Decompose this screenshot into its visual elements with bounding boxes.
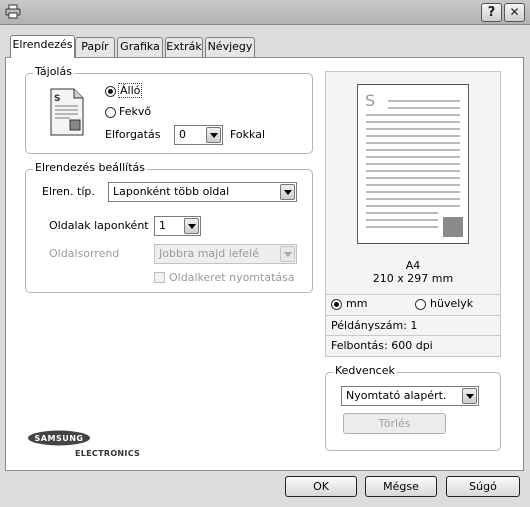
layout-legend: Elrendezés beállítás [33, 161, 147, 174]
chevron-down-icon[interactable] [280, 184, 295, 200]
favorites-group [325, 372, 501, 451]
landscape-label[interactable]: Fekvő [119, 105, 151, 118]
electronics-label: ELECTRONICS [75, 449, 141, 458]
help-button[interactable]: Súgó [446, 476, 520, 497]
tab-graphics[interactable]: Grafika [117, 37, 163, 57]
page-border-label: Oldalkeret nyomtatása [169, 271, 295, 284]
landscape-radio[interactable] [105, 107, 116, 118]
layout-type-label: Elren. típ. [42, 185, 95, 198]
tab-paper[interactable]: Papír [75, 37, 115, 57]
svg-text:S: S [54, 94, 60, 104]
favorites-value: Nyomtató alapért. [346, 389, 447, 402]
title-bar: ? ✕ [0, 0, 530, 25]
page-order-select[interactable]: Jobbra majd lefelé [154, 244, 297, 264]
tab-about[interactable]: Névjegy [205, 37, 255, 57]
page-preview: S [357, 84, 469, 244]
unit-inch-radio[interactable] [415, 299, 426, 310]
printer-icon [5, 4, 21, 19]
tab-about-label: Névjegy [207, 40, 253, 53]
chevron-down-icon[interactable] [184, 218, 199, 234]
unit-mm-label[interactable]: mm [346, 297, 367, 310]
close-button[interactable]: ✕ [504, 3, 525, 22]
tab-layout-label: Elrendezés [12, 38, 73, 51]
rotation-label: Elforgatás [105, 128, 161, 141]
resolution-info: Felbontás: 600 dpi [331, 339, 433, 352]
tab-paper-label: Papír [81, 40, 109, 53]
layout-type-select[interactable]: Laponként több oldal [108, 182, 297, 202]
tab-extras[interactable]: Extrák [165, 37, 203, 57]
tab-graphics-label: Grafika [120, 40, 160, 53]
tab-extras-label: Extrák [166, 40, 202, 53]
page-border-checkbox[interactable] [154, 272, 165, 283]
portrait-radio[interactable] [105, 86, 116, 97]
copies-info: Példányszám: 1 [331, 319, 418, 332]
orientation-legend: Tájolás [33, 65, 74, 78]
paper-size: 210 x 297 mm [372, 272, 454, 285]
favorites-select[interactable]: Nyomtató alapért. [341, 386, 479, 406]
paper-name: A4 [405, 259, 421, 272]
portrait-label[interactable]: Álló [117, 83, 143, 98]
layout-type-value: Laponként több oldal [113, 185, 230, 198]
preview-text-lines [366, 100, 463, 237]
ok-button[interactable]: OK [285, 476, 357, 497]
pages-per-sheet-value: 1 [159, 219, 166, 232]
unit-mm-radio[interactable] [331, 299, 342, 310]
rotation-value: 0 [179, 128, 186, 141]
help-title-button[interactable]: ? [481, 3, 502, 22]
copies-separator [325, 315, 501, 316]
favorites-legend: Kedvencek [333, 364, 397, 377]
rotation-unit: Fokkal [230, 128, 266, 141]
delete-favorite-button[interactable]: Törlés [343, 413, 446, 434]
page-order-label: Oldalsorrend [49, 247, 120, 260]
unit-separator [325, 294, 501, 295]
chevron-down-icon[interactable] [462, 388, 477, 404]
chevron-down-icon[interactable] [206, 127, 221, 143]
unit-inch-label[interactable]: hüvelyk [430, 297, 473, 310]
portrait-page-icon: S [50, 88, 84, 136]
samsung-logo: SAMSUNG [27, 430, 91, 446]
page-order-value: Jobbra majd lefelé [159, 247, 259, 260]
pages-per-sheet-label: Oldalak laponként [49, 219, 149, 232]
chevron-down-icon [280, 246, 295, 262]
tab-layout[interactable]: Elrendezés [10, 35, 75, 58]
cancel-button[interactable]: Mégse [365, 476, 437, 497]
samsung-logo-text: SAMSUNG [35, 434, 84, 443]
pages-per-sheet-select[interactable]: 1 [154, 216, 201, 236]
rotation-select[interactable]: 0 [174, 125, 223, 145]
resolution-separator [325, 335, 501, 336]
